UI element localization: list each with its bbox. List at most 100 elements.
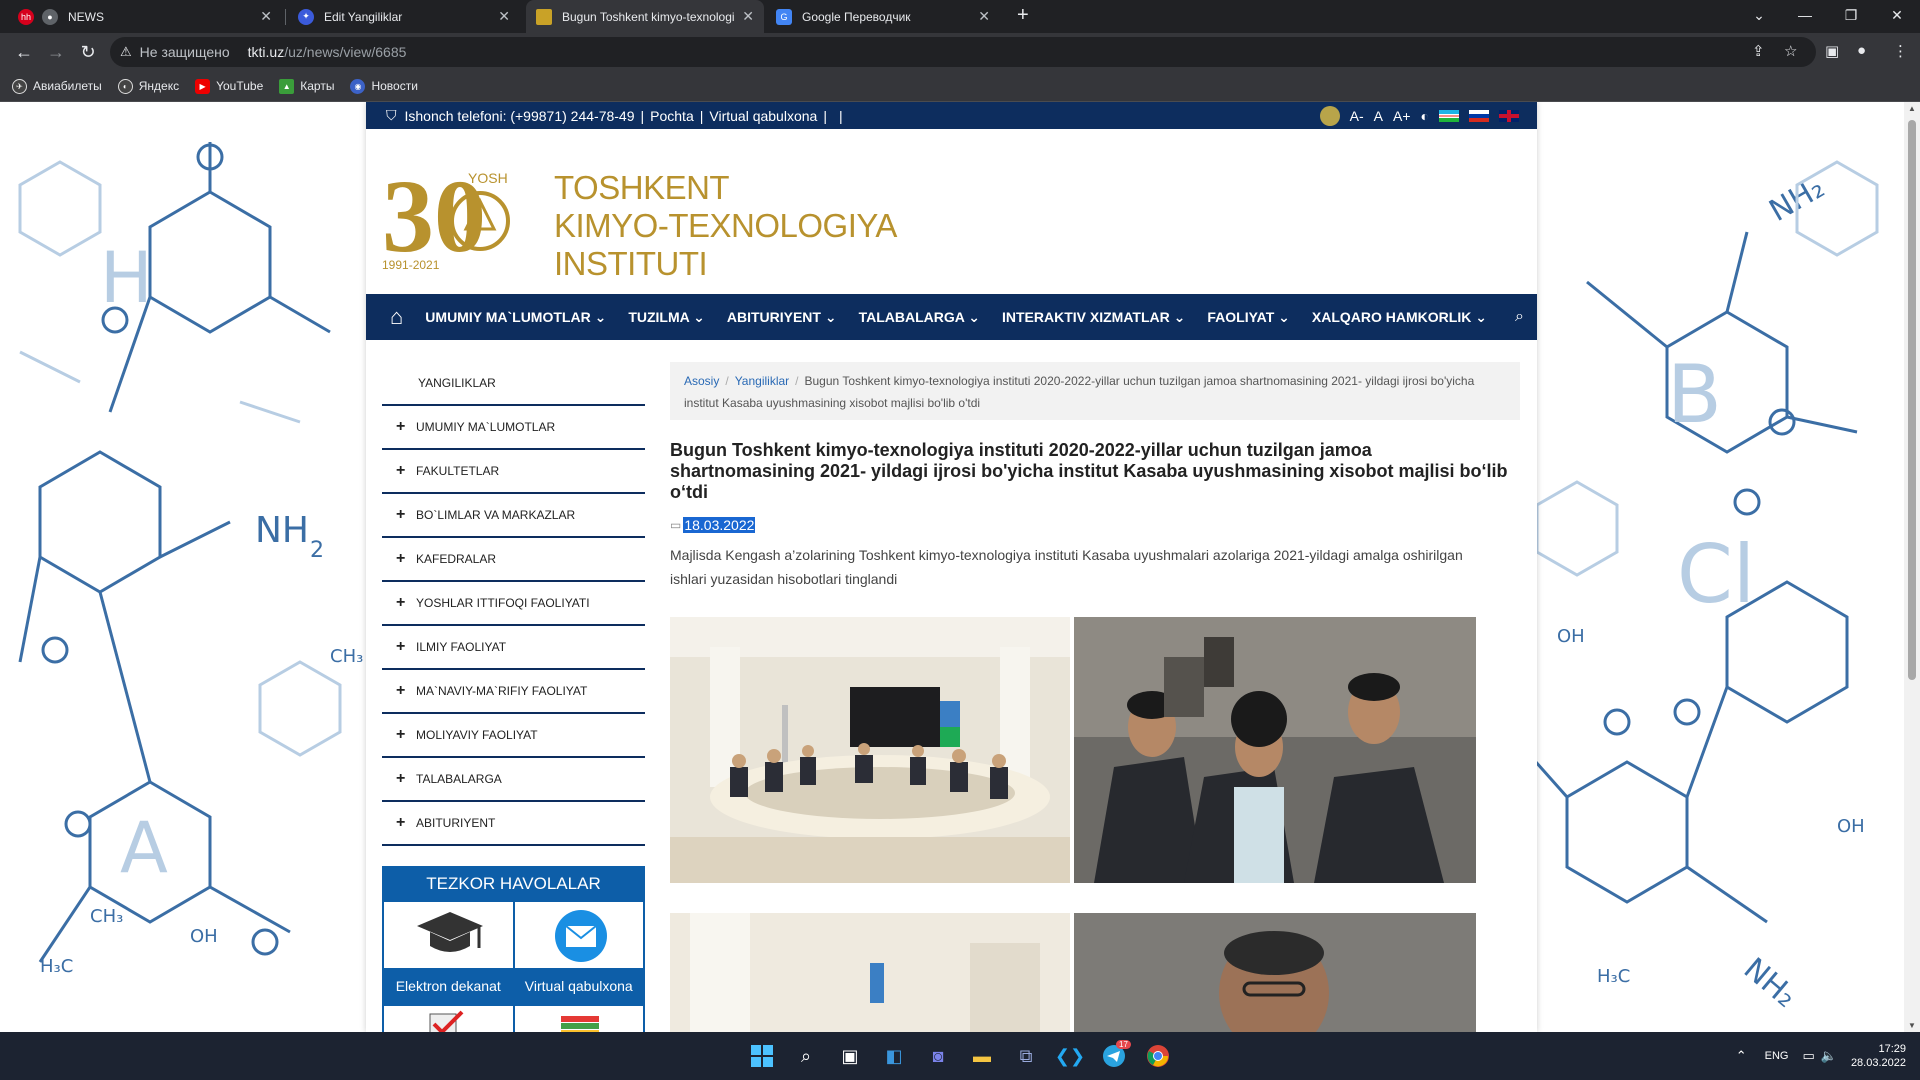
svg-text:CH₃: CH₃ <box>90 906 123 927</box>
side-panel-icon[interactable]: ▣ <box>1825 42 1839 60</box>
books-icon <box>560 1016 599 1032</box>
language-indicator[interactable]: ENG <box>1765 1050 1789 1062</box>
nav-xalqaro[interactable]: XALQARO HAMKORLIK ⌄ <box>1312 309 1487 326</box>
flag-uz-icon[interactable] <box>1439 109 1459 122</box>
address-bar[interactable]: ⚠ Не защищено tkti.uz/uz/news/view/6685 <box>110 37 1816 67</box>
share-icon[interactable]: ⇪ <box>1752 42 1765 60</box>
breadcrumb-section[interactable]: Yangiliklar <box>735 374 789 388</box>
file-explorer-icon[interactable]: ▬ <box>970 1044 994 1068</box>
sidebar-item[interactable]: + KAFEDRALAR <box>382 538 645 582</box>
bookmark-star-icon[interactable]: ☆ <box>1784 42 1797 60</box>
tab-current[interactable]: Bugun Toshkent kimyo-texnologi ✕ <box>526 0 764 33</box>
vscode-icon[interactable]: ❮❯ <box>1055 1044 1085 1068</box>
close-icon[interactable]: ✕ <box>498 8 510 25</box>
nav-tuzilma[interactable]: TUZILMA ⌄ <box>628 309 705 326</box>
close-icon[interactable]: ✕ <box>742 8 754 25</box>
bookmark-yandex[interactable]: ◐ Яндекс <box>117 78 179 94</box>
sidebar-item[interactable]: + ABITURIYENT <box>382 802 645 846</box>
svg-text:OH: OH <box>1557 626 1585 647</box>
profile-icon[interactable]: ● <box>1857 42 1866 59</box>
sidebar-item[interactable]: + MOLIYAVIY FAOLIYAT <box>382 714 645 758</box>
scrollbar-thumb[interactable] <box>1908 120 1916 680</box>
close-window-button[interactable]: ✕ <box>1874 0 1920 33</box>
flag-ru-icon[interactable] <box>1469 109 1489 122</box>
tab-search-icon[interactable]: ⌄ <box>1736 0 1782 33</box>
widgets-icon[interactable]: ◧ <box>882 1044 906 1068</box>
forward-button[interactable]: → <box>40 42 72 63</box>
envelope-icon <box>554 910 607 962</box>
url-domain: tkti.uz <box>247 44 285 60</box>
sidebar-label: UMUMIY MA`LUMOTLAR <box>416 420 556 434</box>
search-icon[interactable]: ⌕ <box>794 1044 818 1068</box>
new-tab-button[interactable]: + <box>1017 4 1029 27</box>
sidebar-item[interactable]: + BO`LIMLAR VA MARKAZLAR <box>382 494 645 538</box>
network-icon[interactable]: ▭ <box>1802 1048 1814 1064</box>
nav-abituriyent[interactable]: ABITURIYENT ⌄ <box>727 309 837 326</box>
sidebar-item-yangiliklar[interactable]: YANGILIKLAR <box>382 362 645 406</box>
task-view-icon[interactable]: ▣ <box>838 1044 862 1068</box>
sidebar-item[interactable]: + MA`NAVIY-MA`RIFIY FAOLIYAT <box>382 670 645 714</box>
gallery-photo[interactable] <box>670 913 1070 1032</box>
gallery-photo[interactable] <box>1074 617 1476 883</box>
nav-faoliyat[interactable]: FAOLIYAT ⌄ <box>1207 309 1290 326</box>
warning-icon[interactable]: ⚠ <box>120 44 132 60</box>
start-icon[interactable] <box>750 1044 774 1068</box>
font-normal-button[interactable]: A <box>1374 108 1383 124</box>
pochta-link[interactable]: Pochta <box>650 108 694 124</box>
anniversary-logo[interactable]: 30 YOSH 1991-2021 <box>380 163 550 273</box>
chrome-icon[interactable] <box>1146 1044 1170 1068</box>
elektron-dekanat-link[interactable]: Elektron dekanat <box>384 902 513 1004</box>
font-increase-button[interactable]: A+ <box>1393 108 1411 124</box>
virtual-qabulxona-link[interactable]: Virtual qabulxona <box>709 108 817 124</box>
emblem-icon[interactable] <box>1319 105 1340 126</box>
sidebar-item[interactable]: + UMUMIY MA`LUMOTLAR <box>382 406 645 450</box>
globe-icon: ◐ <box>117 78 133 94</box>
nav-label: INTERAKTIV XIZMATLAR <box>1002 308 1170 325</box>
minimize-button[interactable]: — <box>1782 0 1828 33</box>
svg-text:1991-2021: 1991-2021 <box>382 258 440 272</box>
tab-google-translate[interactable]: G Google Переводчик ✕ <box>766 0 1000 33</box>
sidebar-item[interactable]: + ILMIY FAOLIYAT <box>382 626 645 670</box>
gallery-photo[interactable] <box>670 617 1070 883</box>
sidebar-item[interactable]: + FAKULTETLAR <box>382 450 645 494</box>
flag-en-icon[interactable] <box>1499 109 1519 122</box>
nav-interaktiv[interactable]: INTERAKTIV XIZMATLAR ⌄ <box>1002 309 1185 326</box>
bookmark-aviabilety[interactable]: ✈ Авиабилеты <box>12 78 102 94</box>
teams-chat-icon[interactable]: ◙ <box>926 1044 950 1068</box>
page-scrollbar[interactable]: ▲ ▼ <box>1904 102 1920 1032</box>
breadcrumb-home[interactable]: Asosiy <box>684 374 719 388</box>
sitemap-icon[interactable]: ⛉ <box>386 107 397 124</box>
bookmark-youtube[interactable]: ▶ YouTube <box>195 78 263 94</box>
close-icon[interactable]: ✕ <box>978 8 990 25</box>
network-app-icon[interactable]: ⧉ <box>1014 1044 1038 1068</box>
clock[interactable]: 17:29 28.03.2022 <box>1851 1042 1906 1070</box>
nav-talabalarga[interactable]: TALABALARGA ⌄ <box>859 309 980 326</box>
svg-text:YOSH: YOSH <box>468 170 508 186</box>
font-decrease-button[interactable]: A- <box>1350 108 1364 124</box>
telegram-icon[interactable]: 17 <box>1102 1040 1131 1068</box>
nav-umumiy[interactable]: UMUMIY MA`LUMOTLAR ⌄ <box>425 309 606 326</box>
close-icon[interactable]: ✕ <box>260 8 272 25</box>
home-icon[interactable]: ⌂ <box>390 304 403 330</box>
bookmark-karty[interactable]: ▲ Карты <box>279 78 334 94</box>
search-icon[interactable]: ⌕ <box>1515 308 1524 326</box>
quick-link-3[interactable] <box>384 1006 513 1032</box>
tab-news[interactable]: hh ● NEWS ✕ <box>8 0 282 33</box>
back-button[interactable]: ← <box>8 42 40 63</box>
menu-icon[interactable]: ⋮ <box>1893 42 1908 60</box>
quick-link-4[interactable] <box>514 1006 643 1032</box>
virtual-qabulxona-quick-link[interactable]: Virtual qabulxona <box>514 902 643 1004</box>
tab-edit-yangiliklar[interactable]: ✦ Edit Yangiliklar ✕ <box>288 0 520 33</box>
volume-icon[interactable]: 🔈 <box>1821 1048 1837 1064</box>
restore-button[interactable]: ❐ <box>1828 0 1874 33</box>
scroll-up-icon[interactable]: ▲ <box>1908 104 1916 113</box>
sidebar-item[interactable]: + TALABALARGA <box>382 758 645 802</box>
bookmark-novosti[interactable]: ◉ Новости <box>350 78 418 94</box>
gallery-photo[interactable] <box>1074 913 1476 1032</box>
sidebar-item[interactable]: + YOSHLAR ITTIFOQI FAOLIYATI <box>382 582 645 626</box>
contrast-icon[interactable]: ◐ <box>1421 108 1429 124</box>
institute-name[interactable]: TOSHKENT KIMYO-TEXNOLOGIYA INSTITUTI <box>554 169 897 283</box>
scroll-down-icon[interactable]: ▼ <box>1908 1021 1916 1030</box>
reload-button[interactable]: ↻ <box>72 42 104 63</box>
chevron-up-icon[interactable]: ⌃ <box>1736 1048 1747 1064</box>
